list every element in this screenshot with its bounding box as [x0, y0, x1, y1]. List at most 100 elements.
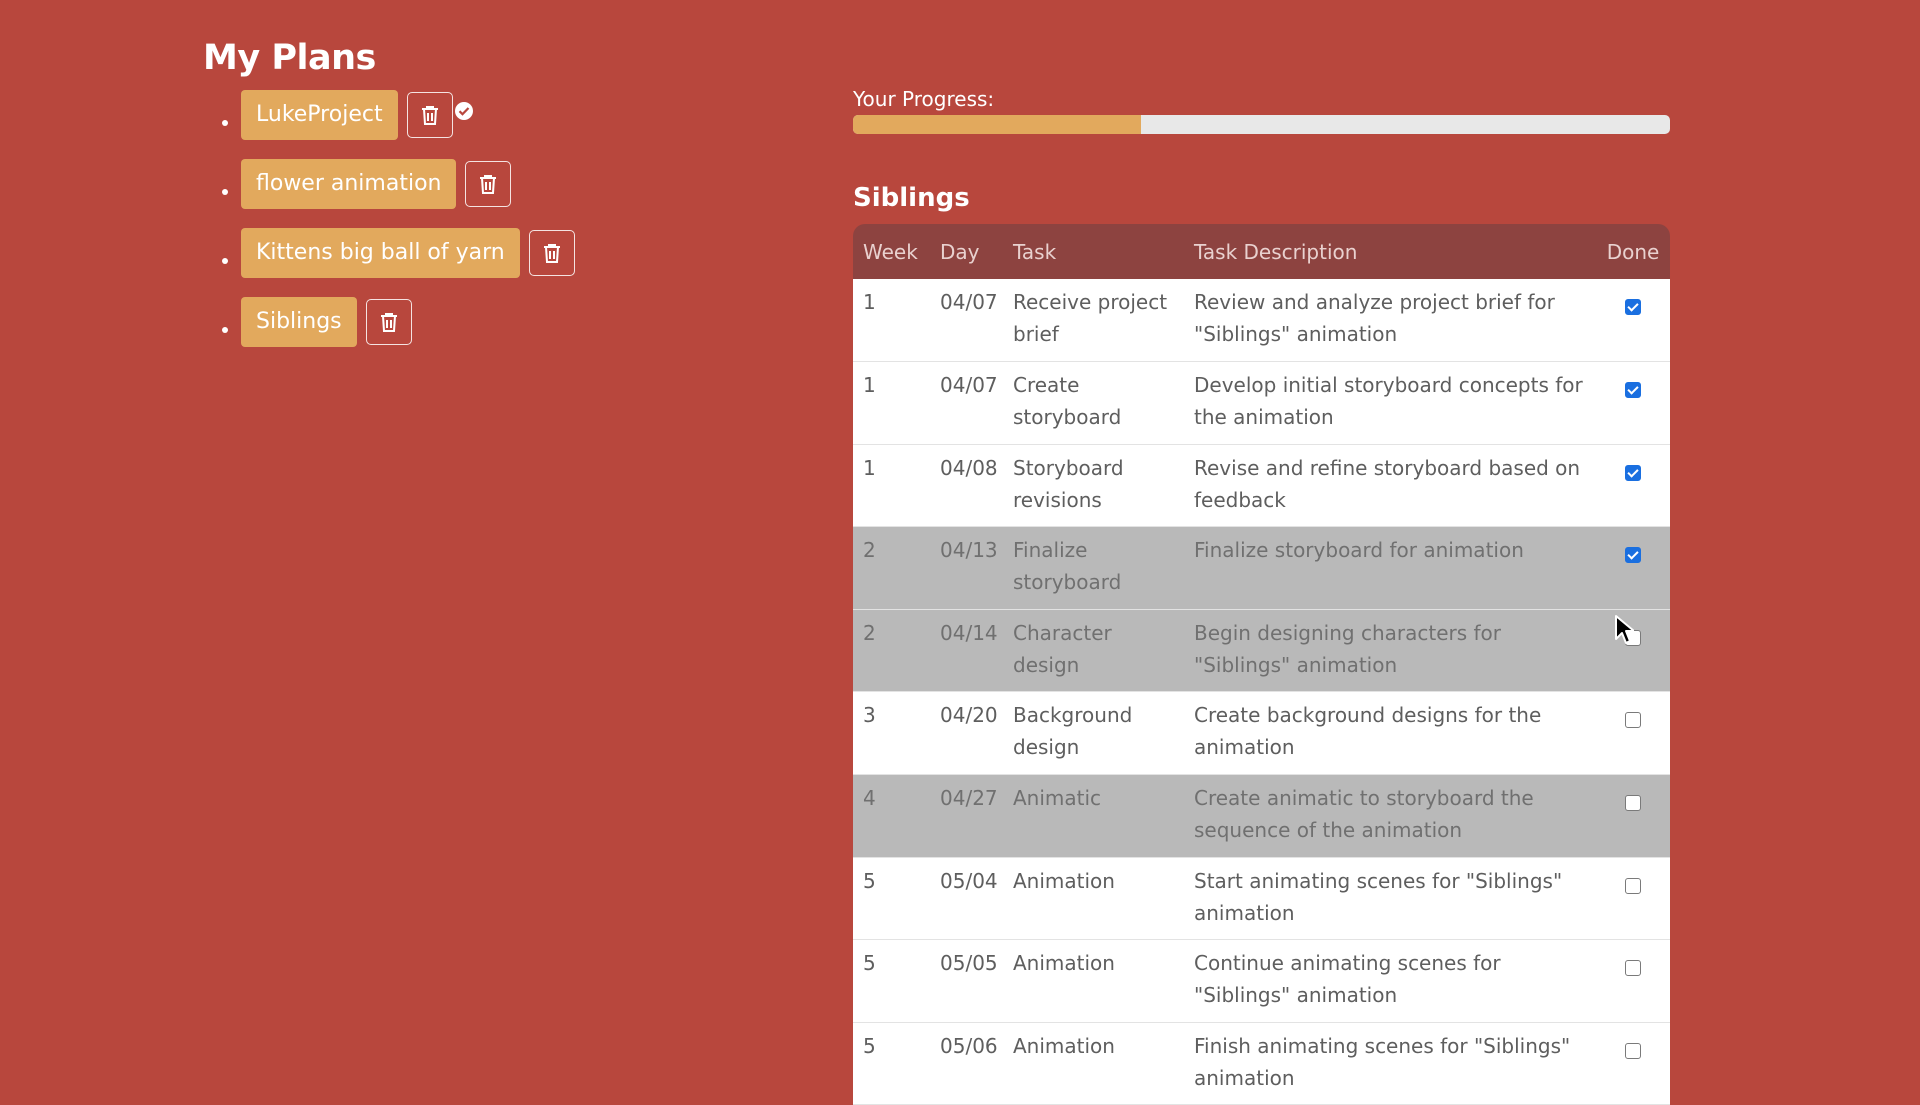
- cell-done: [1596, 527, 1670, 610]
- cell-description: Start animating scenes for "Siblings" an…: [1194, 868, 1563, 925]
- cell-done: [1596, 444, 1670, 527]
- table-row: 2 04/14 Character design Begin designing ch…: [853, 609, 1670, 692]
- cell-task: Background design: [1013, 703, 1133, 760]
- cell-day: 04/07: [940, 290, 998, 314]
- progress-label: Your Progress:: [853, 87, 995, 111]
- table-row: 5 05/05 Animation Continue animating scenes…: [853, 939, 1670, 1023]
- done-checkbox[interactable]: [1625, 877, 1641, 894]
- cell-week: 2: [863, 620, 876, 645]
- table-row: 1 04/08 Storyboard revisions Revise and ref…: [853, 444, 1670, 527]
- cell-week: 3: [863, 703, 876, 728]
- cell-description: Finalize storyboard for animation: [1194, 538, 1524, 563]
- cell-week: 4: [863, 786, 876, 811]
- cell-week: 2: [863, 538, 876, 563]
- cell-done: [1596, 775, 1670, 858]
- column-header-done: Done: [1606, 239, 1660, 264]
- cell-description: Continue animating scenes for "Siblings"…: [1194, 951, 1501, 1008]
- cell-done: [1596, 1022, 1670, 1105]
- cell-task: Animation: [1013, 1033, 1115, 1058]
- done-checkbox[interactable]: [1625, 382, 1641, 399]
- trash-icon: [380, 313, 397, 332]
- cell-week: 1: [863, 455, 876, 480]
- table-row: 4 04/27 Animatic Create animatic to storybo…: [853, 774, 1670, 858]
- delete-plan-button[interactable]: [465, 161, 512, 207]
- cell-day: 04/27: [940, 786, 998, 811]
- plan-button-siblings[interactable]: Siblings: [241, 297, 357, 347]
- bullet: [222, 258, 228, 264]
- cell-description: Develop initial storyboard concepts for …: [1194, 373, 1583, 430]
- cell-week: 5: [863, 951, 876, 976]
- cell-description: Create background designs for the animat…: [1194, 703, 1542, 760]
- cell-description: Finish animating scenes for "Siblings" a…: [1194, 1033, 1571, 1090]
- cell-task: Finalize storyboard: [1013, 538, 1122, 595]
- table-row: 1 04/07 Receive project brief Review and an…: [853, 279, 1670, 362]
- cell-task: Animation: [1013, 868, 1115, 893]
- cell-description: Review and analyze project brief for "Si…: [1194, 290, 1555, 346]
- plans-list: LukeProject flower animation Kittens big…: [220, 90, 575, 366]
- cell-day: 04/08: [940, 455, 998, 480]
- delete-plan-button[interactable]: [406, 92, 453, 138]
- cell-description: Revise and refine storyboard based on fe…: [1194, 455, 1581, 512]
- table-row: 5 05/06 Animation Finish animating scenes f…: [853, 1022, 1670, 1105]
- column-header-day: Day: [940, 239, 980, 264]
- cell-task: Storyboard revisions: [1013, 455, 1124, 512]
- done-checkbox[interactable]: [1625, 960, 1641, 977]
- cell-description: Create animatic to storyboard the sequen…: [1194, 786, 1534, 843]
- trash-icon: [421, 106, 438, 125]
- page-title: My Plans: [203, 38, 376, 78]
- done-checkbox[interactable]: [1625, 299, 1641, 315]
- progress-fill: [853, 115, 1142, 134]
- trash-icon: [480, 175, 497, 194]
- bullet: [222, 189, 228, 195]
- bullet: [222, 120, 228, 126]
- delete-plan-button[interactable]: [365, 299, 412, 345]
- done-checkbox[interactable]: [1625, 1042, 1641, 1059]
- mouse-cursor-icon: [1615, 615, 1634, 644]
- done-checkbox[interactable]: [1625, 464, 1641, 481]
- cell-done: [1596, 692, 1670, 775]
- plan-item: Kittens big ball of yarn: [220, 228, 575, 278]
- delete-plan-button[interactable]: [528, 230, 575, 276]
- table-row: 1 04/07 Create storyboard Develop initial s…: [853, 361, 1670, 445]
- progress-bar: [853, 115, 1670, 134]
- cell-done: [1596, 857, 1670, 940]
- cell-done: [1596, 279, 1670, 362]
- cell-week: 5: [863, 1033, 876, 1058]
- done-checkbox[interactable]: [1625, 712, 1641, 729]
- trash-icon: [543, 244, 560, 263]
- cell-day: 04/07: [940, 373, 998, 398]
- cell-task: Animation: [1013, 951, 1115, 976]
- plan-button-flower-animation[interactable]: flower animation: [241, 159, 457, 209]
- cell-day: 05/05: [940, 951, 998, 976]
- column-header-task: Task: [1013, 239, 1057, 264]
- table-row: 2 04/13 Finalize storyboard Finalize storyb…: [853, 526, 1670, 610]
- plan-button-kittens-big-ball-of-yarn[interactable]: Kittens big ball of yarn: [241, 228, 520, 278]
- table-row: 3 04/20 Background design Create background…: [853, 691, 1670, 775]
- plan-button-lukeproject[interactable]: LukeProject: [241, 90, 398, 140]
- cell-week: 1: [863, 290, 876, 314]
- cell-day: 04/20: [940, 703, 998, 728]
- cell-week: 5: [863, 868, 876, 893]
- cell-day: 05/04: [940, 868, 998, 893]
- cell-description: Begin designing characters for "Siblings…: [1194, 620, 1501, 677]
- plan-item: flower animation: [220, 159, 575, 209]
- cell-day: 04/13: [940, 538, 998, 563]
- cell-done: [1596, 362, 1670, 445]
- tasks-table: Week Day Task Task Description Done 1 04/…: [853, 224, 1670, 1105]
- cell-day: 05/06: [940, 1033, 998, 1058]
- check-circle-icon: [455, 102, 473, 120]
- cell-done: [1596, 940, 1670, 1023]
- done-checkbox[interactable]: [1625, 547, 1641, 564]
- column-header-week: Week: [863, 239, 918, 264]
- cell-task: Character design: [1013, 620, 1112, 677]
- plan-title: Siblings: [853, 183, 970, 213]
- done-checkbox[interactable]: [1625, 795, 1641, 812]
- cell-day: 04/14: [940, 620, 998, 645]
- table-row: 5 05/04 Animation Start animating scenes fo…: [853, 857, 1670, 940]
- cell-task: Receive project brief: [1013, 290, 1168, 346]
- table-header-row: Week Day Task Task Description Done: [853, 224, 1670, 279]
- plan-item: LukeProject: [220, 90, 575, 140]
- cell-week: 1: [863, 373, 876, 398]
- bullet: [222, 327, 228, 333]
- column-header-description: Task Description: [1194, 239, 1358, 264]
